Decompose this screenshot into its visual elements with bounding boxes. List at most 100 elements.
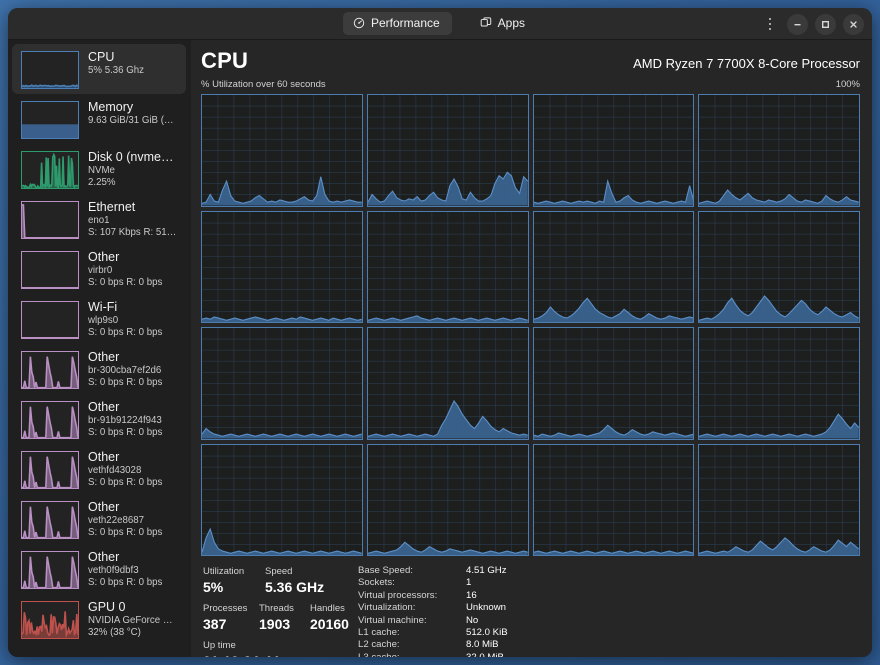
maximize-button[interactable] (815, 13, 836, 35)
sidebar-item-label: Other (88, 550, 120, 564)
cpu-core-graph[interactable] (201, 210, 363, 323)
cpu-core-graph[interactable] (698, 443, 860, 556)
stat-detail-row: L3 cache:32.0 MiB (358, 652, 508, 657)
core-utilization-chart (533, 445, 694, 555)
sidebar-item-detail: 5% 5.36 Ghz (88, 65, 145, 76)
cpu-core-graph[interactable] (698, 327, 860, 440)
stat-utilization-value: 5% (203, 579, 224, 595)
sidebar-item-label: Ethernet (88, 200, 136, 214)
stat-threads: Threads 1903 (259, 602, 310, 633)
sidebar-item-label: GPU 0 (88, 600, 126, 614)
stat-processes-label: Processes (203, 603, 248, 614)
sidebar-item-other[interactable]: Other veth22e8687 S: 0 bps R: 0 bps (12, 494, 186, 544)
sidebar-item-memory[interactable]: Memory 9.63 GiB/31 GiB (31%) (12, 94, 186, 144)
cpu-core-graph[interactable] (201, 94, 363, 207)
core-utilization-chart (367, 95, 528, 206)
three-dots-icon[interactable] (760, 13, 780, 35)
sidebar-item-text: CPU 5% 5.36 Ghz (88, 50, 144, 77)
sidebar-item-label: Other (88, 500, 120, 514)
stat-detail-row: Virtual machine: No (358, 615, 508, 627)
minimize-icon (794, 23, 801, 25)
windows-stack-icon (480, 17, 491, 27)
stat-uptime: Up time 01:19:24:44 (203, 639, 279, 657)
stat-detail-value: 32.0 MiB (466, 652, 504, 657)
stat-detail-value: 16 (466, 589, 477, 601)
cpu-core-graph[interactable] (366, 327, 529, 440)
stat-detail-row: Virtualization: Unknown (358, 602, 508, 614)
stat-detail-key: Sockets: (358, 577, 395, 589)
cpu-core-graph[interactable] (366, 443, 529, 556)
sidebar-item-cpu[interactable]: CPU 5% 5.36 Ghz (12, 44, 186, 94)
sidebar-item-other[interactable]: Other vethfd43028 S: 0 bps R: 0 bps (12, 444, 186, 494)
sidebar-thumbnail-graph (21, 301, 79, 339)
tab-performance[interactable]: Performance (342, 12, 452, 35)
stats-row-uptime: Up time 01:19:24:44 (203, 639, 355, 657)
cpu-core-graph[interactable] (366, 94, 529, 207)
cpu-core-graph[interactable] (366, 210, 529, 323)
stat-speed-label: Speed (265, 566, 293, 577)
stat-speed-value: 5.36 GHz (265, 579, 325, 595)
sidebar-item-disk-0-nvme0n1[interactable]: Disk 0 (nvme0n1) NVMe 2.25% (12, 144, 186, 194)
sidebar-item-other[interactable]: Other br-91b91224f943 S: 0 bps R: 0 bps (12, 394, 186, 444)
cpu-core-graph[interactable] (698, 94, 860, 207)
sidebar-item-other[interactable]: Other virbr0 S: 0 bps R: 0 bps (12, 244, 186, 294)
stat-detail-row: Virtual processors: 16 (358, 590, 508, 602)
cpu-core-graph[interactable] (201, 443, 363, 556)
core-utilization-chart (202, 95, 362, 206)
window-controls (760, 8, 864, 40)
cpu-core-graph[interactable] (532, 443, 695, 556)
cpu-core-graph[interactable] (698, 210, 860, 323)
stat-detail-value: 512.0 KiB (466, 627, 508, 639)
window-body: CPU 5% 5.36 Ghz Memory 9.63 GiB/31 GiB (31%… (8, 40, 872, 657)
core-utilization-chart (202, 445, 362, 555)
sidebar-item-detail: 9.63 GiB/31 GiB (31%) (88, 115, 178, 126)
tab-label: Apps (497, 16, 526, 30)
stat-threads-value: 1903 (259, 616, 291, 632)
sidebar-item-text: Other virbr0 S: 0 bps R: 0 bps (88, 250, 162, 290)
sidebar-item-gpu-0[interactable]: GPU 0NVIDIA GeForce RTX 30…32% (38 °C) (12, 594, 186, 644)
cpu-core-graph[interactable] (532, 327, 695, 440)
sidebar-item-text: Other br-91b91224f943 S: 0 bps R: 0 bps (88, 400, 162, 440)
cpu-model-label: AMD Ryzen 7 7700X 8-Core Processor (633, 56, 860, 71)
sidebar-item-detail: veth22e8687 (88, 515, 145, 526)
sidebar-thumbnail-graph (21, 151, 79, 189)
resource-sidebar[interactable]: CPU 5% 5.36 Ghz Memory 9.63 GiB/31 GiB (31%… (8, 40, 191, 657)
graph-max-label: 100% (835, 79, 860, 90)
sidebar-item-metric: S: 0 bps R: 0 bps (88, 277, 163, 289)
stat-detail-value: No (466, 614, 479, 626)
sidebar-thumbnail-graph (21, 351, 79, 389)
sidebar-item-metric: S: 0 bps R: 0 bps (88, 527, 163, 539)
sidebar-item-detail: NVMe (88, 165, 115, 176)
sidebar-item-metric: S: 0 bps R: 0 bps (88, 327, 163, 339)
sidebar-item-label: CPU (88, 50, 115, 64)
sidebar-item-detail: virbr0 (88, 265, 113, 276)
sidebar-item-detail: NVIDIA GeForce RTX 30… (88, 615, 178, 626)
stat-handles-value: 20160 (310, 616, 349, 632)
maximize-icon (822, 20, 829, 28)
minimize-button[interactable] (787, 13, 808, 35)
stat-utilization-label: Utilization (203, 566, 245, 577)
stat-detail-key: Virtual processors: (358, 589, 438, 601)
sidebar-item-other[interactable]: Other br-300cba7ef2d6 S: 0 bps R: 0 bps (12, 344, 186, 394)
sidebar-item-detail: br-91b91224f943 (88, 415, 162, 426)
sidebar-item-label: Other (88, 250, 120, 264)
sidebar-item-label: Other (88, 450, 120, 464)
sidebar-thumbnail-graph (21, 401, 79, 439)
sidebar-item-text: Memory 9.63 GiB/31 GiB (31%) (88, 100, 178, 127)
cpu-core-graph[interactable] (532, 94, 695, 207)
sidebar-item-detail: wlp9s0 (88, 315, 119, 326)
sidebar-thumbnail-graph (21, 601, 79, 639)
sidebar-item-wi-fi[interactable]: Wi-Fi wlp9s0 S: 0 bps R: 0 bps (12, 294, 186, 344)
window-titlebar: Performance Apps (8, 8, 872, 40)
cpu-core-graph-grid[interactable] (201, 94, 860, 556)
sidebar-item-other[interactable]: Other veth0f9dbf3 S: 0 bps R: 0 bps (12, 544, 186, 594)
cpu-core-graph[interactable] (201, 327, 363, 440)
stat-detail-row: Sockets: 1 (358, 577, 508, 589)
cpu-core-graph[interactable] (532, 210, 695, 323)
performance-panel: CPU AMD Ryzen 7 7700X 8-Core Processor %… (191, 40, 872, 657)
sidebar-item-ethernet[interactable]: Etherneteno1S: 107 Kbps R: 517 Kbps (12, 194, 186, 244)
close-button[interactable] (843, 13, 864, 35)
sidebar-item-detail: eno1 (88, 215, 110, 226)
tab-apps[interactable]: Apps (470, 12, 537, 35)
stat-detail-row: Base Speed: 4.51 GHz (358, 565, 508, 577)
